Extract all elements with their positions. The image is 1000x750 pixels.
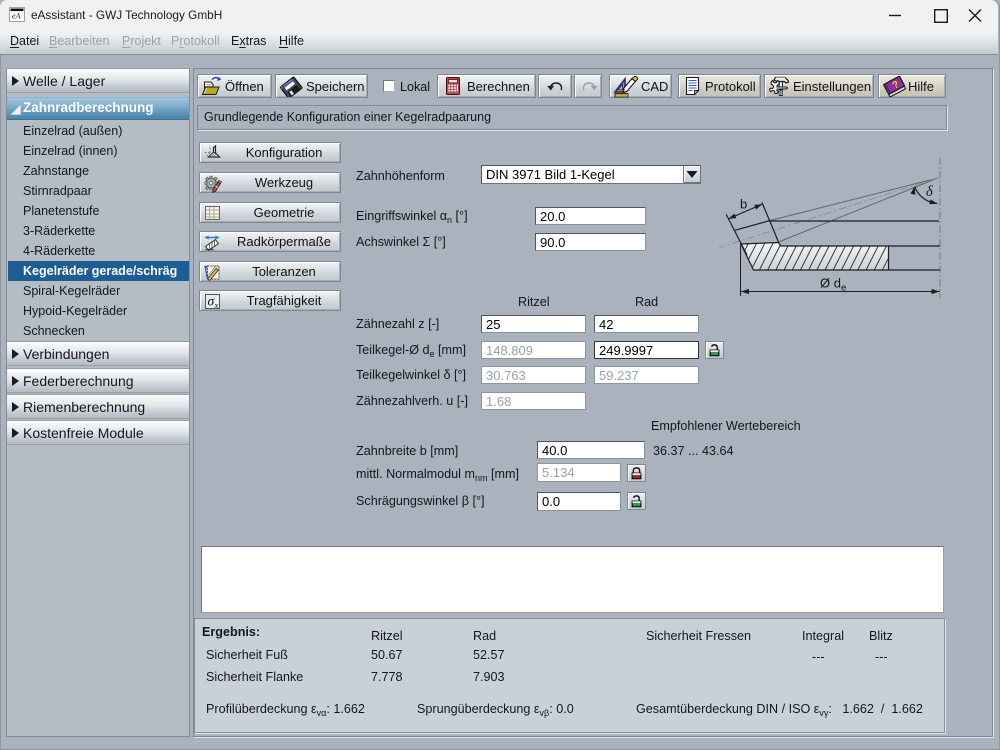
svg-text:eA: eA <box>12 12 21 21</box>
svg-text:Ø d: Ø d <box>820 276 841 291</box>
svg-text:e: e <box>841 283 846 294</box>
svg-text:b: b <box>740 197 747 212</box>
svg-text:x: x <box>214 300 219 310</box>
svg-text:δ: δ <box>926 184 933 200</box>
